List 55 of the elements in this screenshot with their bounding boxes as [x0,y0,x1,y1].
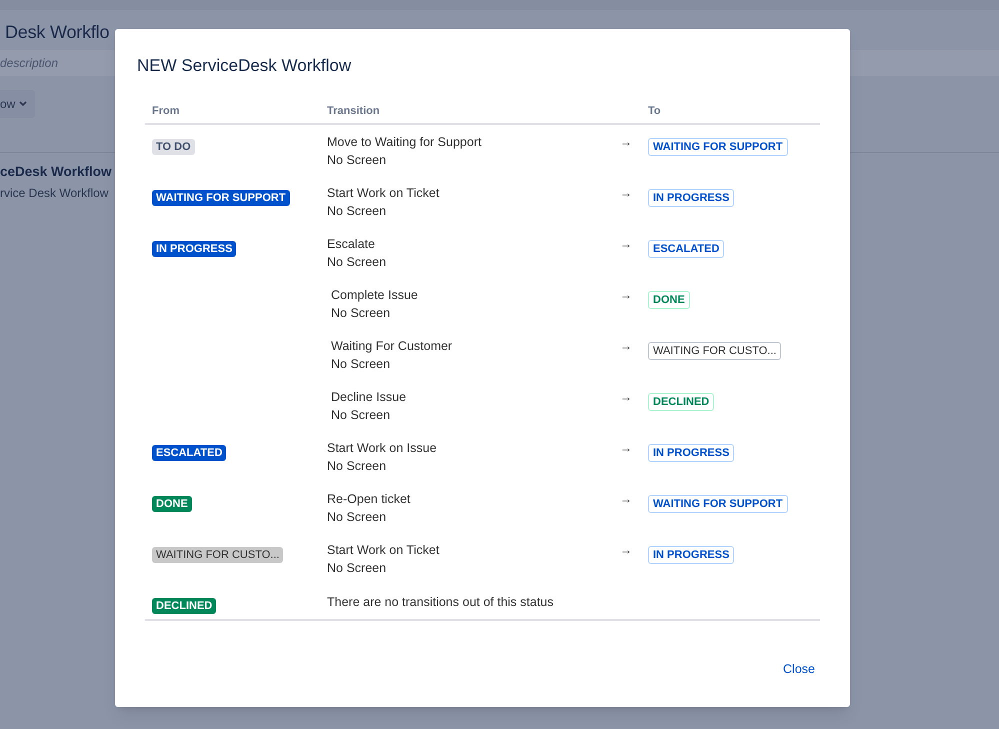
status-lozenge: WAITING FOR CUSTO... [152,546,284,562]
status-lozenge: WAITING FOR SUPPORT [648,138,788,156]
column-header: To [647,104,662,119]
transition-screen: No Screen [327,458,388,474]
arrow-text: → [620,440,633,456]
transition-name: Complete Issue [331,286,419,304]
workflow-name: ceDesk Workflow [0,163,112,181]
transition-screen: No Screen [327,152,388,168]
dialog-title: NEW ServiceDesk Workflow [136,55,352,77]
status-lozenge: ESCALATED [152,444,226,460]
transition-name: Decline Issue [331,388,408,406]
transition-name: Start Work on Ticket [327,542,440,558]
transition-name: Start Work on Ticket [327,184,440,202]
status-lozenge: IN PROGRESS [152,240,236,256]
page-title: Desk Workflo [5,21,110,44]
arrow-text: → [620,286,633,304]
arrow-text: → [620,388,633,406]
status-lozenge: IN PROGRESS [648,188,734,206]
arrow-text: → [620,236,633,252]
status-lozenge: IN PROGRESS [648,444,734,462]
transition-name: Re-Open ticket [327,490,412,508]
no-transitions-text: There are no transitions out of this status [326,594,555,610]
status-lozenge: IN PROGRESS [648,546,734,564]
transition-screen: No Screen [327,254,388,270]
arrow-text: → [620,490,633,508]
arrow-text: → [620,338,633,354]
arrow-text: → [620,184,633,202]
status-lozenge: DONE [152,496,192,512]
workflow-dropdown-button[interactable]: ow [0,90,36,118]
transition-screen: No Screen [327,508,388,526]
workflow-subtitle: rvice Desk Workflow [0,185,108,202]
column-header: Transition [326,104,381,119]
status-lozenge: DECLINED [152,598,216,614]
transition-screen: No Screen [327,202,388,220]
status-lozenge: DONE [648,290,690,308]
status-lozenge: WAITING FOR CUSTO... [648,342,782,360]
status-lozenge: TO DO [152,138,195,154]
transition-name: Move to Waiting for Support [327,134,482,150]
transition-name: Waiting For Customer [331,338,454,354]
chevron-down-icon [19,101,28,107]
status-lozenge: WAITING FOR SUPPORT [648,494,788,512]
transition-name: Escalate [327,236,376,252]
transition-name: Start Work on Issue [327,440,438,456]
transition-screen: No Screen [331,406,392,424]
transition-screen: No Screen [327,560,388,576]
arrow-text: → [620,134,633,150]
status-lozenge: WAITING FOR SUPPORT [152,190,290,206]
status-lozenge: ESCALATED [648,240,724,258]
transition-screen: No Screen [331,304,392,322]
close-link[interactable]: Close [783,660,815,679]
status-lozenge: DECLINED [648,392,714,410]
column-header: From [151,104,180,119]
arrow-text: → [620,542,633,558]
transition-screen: No Screen [331,356,392,372]
page-description: description [0,55,58,72]
